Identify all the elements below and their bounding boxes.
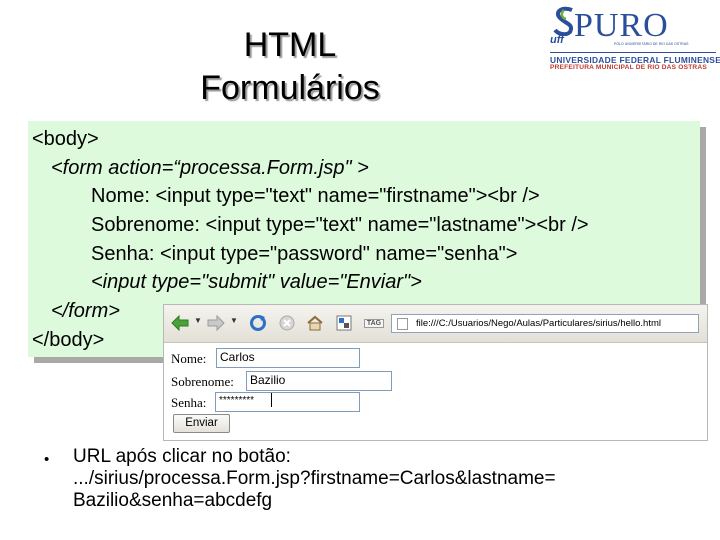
code-line: <body> (32, 128, 99, 150)
browser-window: ▼ ▼ TAG file:///C:/Usuarios/Nego/Aulas/P… (163, 304, 708, 441)
bullet-text: URL após clicar no botão: .../sirius/pro… (73, 446, 713, 512)
code-line: Senha: <input type="password" name="senh… (91, 243, 518, 265)
code-line: Sobrenome: <input type="text" name="last… (91, 214, 589, 236)
url-input[interactable]: file:///C:/Usuarios/Nego/Aulas/Particula… (391, 314, 699, 333)
back-arrow-icon[interactable] (170, 313, 190, 333)
code-line: <input type="submit" value="Enviar"> (91, 271, 422, 293)
browser-toolbar: ▼ ▼ TAG file:///C:/Usuarios/Nego/Aulas/P… (164, 305, 707, 343)
stop-icon[interactable] (277, 313, 297, 333)
logo-prefeitura: PREFEITURA MUNICIPAL DE RIO DAS OSTRAS (550, 64, 707, 71)
rendered-form: Nome: Carlos Sobrenome: Bazilio Senha: *… (164, 343, 707, 439)
tag-label: TAG (363, 318, 385, 328)
nome-input[interactable]: Carlos (216, 348, 360, 368)
bullet-marker: • (44, 451, 50, 468)
title-line-2: Formulários (200, 69, 380, 107)
nome-label: Nome: (171, 351, 207, 366)
bullet-line-3: Bazilio&senha=abcdefg (73, 490, 273, 511)
senha-label: Senha: (171, 395, 207, 410)
forward-dropdown-icon[interactable]: ▼ (230, 316, 238, 325)
code-line: Nome: <input type="text" name="firstname… (91, 185, 540, 207)
senha-input[interactable]: ********* (215, 392, 360, 412)
back-dropdown-icon[interactable]: ▼ (194, 316, 202, 325)
tag-icon[interactable]: TAG (362, 313, 386, 333)
bookmark-icon[interactable] (334, 313, 354, 333)
logo-subtitle: PÓLO UNIVERSITÁRIO DE RIO DAS OSTRAS (614, 42, 689, 46)
sobrenome-label: Sobrenome: (171, 374, 234, 389)
reload-icon[interactable] (248, 313, 268, 333)
code-line: <form action=“processa.Form.jsp" > (51, 157, 369, 179)
slide-title: HTML Formulários (150, 24, 430, 110)
code-line: </form> (51, 300, 120, 322)
bullet-line-1: URL após clicar no botão: (73, 446, 291, 467)
logo-uff: uff (550, 34, 564, 46)
sobrenome-input[interactable]: Bazilio (246, 371, 392, 391)
code-line: </body> (32, 329, 105, 351)
url-text: file:///C:/Usuarios/Nego/Aulas/Particula… (416, 318, 661, 329)
puro-logo: PURO uff PÓLO UNIVERSITÁRIO DE RIO DAS O… (544, 4, 720, 76)
enviar-button[interactable]: Enviar (173, 414, 230, 433)
text-caret (271, 393, 272, 407)
page-icon (397, 318, 408, 330)
title-line-1: HTML (243, 26, 337, 64)
logo-name: PURO (574, 7, 669, 44)
forward-arrow-icon[interactable] (206, 313, 226, 333)
bullet-line-2: .../sirius/processa.Form.jsp?firstname=C… (73, 468, 556, 489)
home-icon[interactable] (305, 313, 325, 333)
